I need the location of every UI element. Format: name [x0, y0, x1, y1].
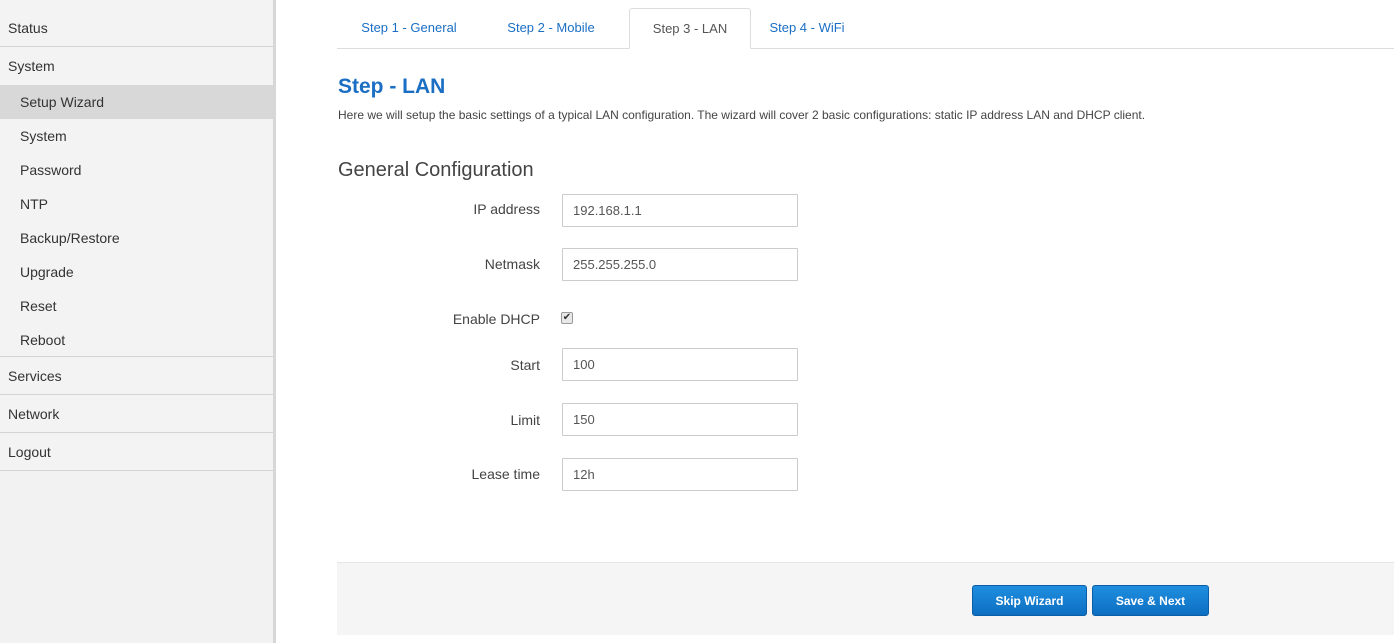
sidebar-item-password[interactable]: Password	[0, 153, 273, 187]
skip-wizard-button[interactable]: Skip Wizard	[972, 585, 1087, 616]
wizard-tabs: Step 1 - General Step 2 - Mobile Step 3 …	[337, 8, 1394, 49]
sidebar-item-backup-restore[interactable]: Backup/Restore	[0, 221, 273, 255]
sidebar-item-services[interactable]: Services	[0, 357, 273, 395]
limit-label: Limit	[510, 412, 540, 428]
sidebar-item-logout[interactable]: Logout	[0, 433, 273, 471]
page-description: Here we will setup the basic settings of…	[338, 108, 1146, 122]
lease-time-label: Lease time	[471, 466, 540, 482]
sidebar-item-reboot[interactable]: Reboot	[0, 323, 273, 357]
ip-address-label: IP address	[473, 201, 540, 217]
sidebar-item-setup-wizard[interactable]: Setup Wizard	[0, 85, 273, 119]
sidebar: Status System Setup Wizard System Passwo…	[0, 0, 276, 643]
enable-dhcp-checkbox[interactable]: ✔	[561, 312, 573, 324]
netmask-input[interactable]	[562, 248, 798, 281]
start-label: Start	[510, 357, 540, 373]
sidebar-item-upgrade[interactable]: Upgrade	[0, 255, 273, 289]
tab-step-2-mobile[interactable]: Step 2 - Mobile	[489, 8, 613, 48]
tab-step-4-wifi[interactable]: Step 4 - WiFi	[755, 8, 859, 48]
sidebar-item-system[interactable]: System	[0, 119, 273, 153]
sidebar-item-network[interactable]: Network	[0, 395, 273, 433]
enable-dhcp-label: Enable DHCP	[452, 311, 540, 327]
tab-step-3-lan[interactable]: Step 3 - LAN	[629, 8, 751, 49]
checkmark-icon: ✔	[562, 312, 572, 323]
action-bar: Skip Wizard Save & Next	[337, 562, 1394, 635]
save-next-button[interactable]: Save & Next	[1092, 585, 1209, 616]
start-input[interactable]	[562, 348, 798, 381]
section-title: General Configuration	[338, 159, 534, 181]
limit-input[interactable]	[562, 403, 798, 436]
sidebar-item-reset[interactable]: Reset	[0, 289, 273, 323]
page-title: Step - LAN	[338, 75, 446, 98]
tab-step-1-general[interactable]: Step 1 - General	[345, 8, 473, 48]
ip-address-input[interactable]	[562, 194, 798, 227]
sidebar-item-ntp[interactable]: NTP	[0, 187, 273, 221]
netmask-label: Netmask	[484, 256, 540, 272]
lease-time-input[interactable]	[562, 458, 798, 491]
sidebar-item-system-group[interactable]: System	[0, 47, 273, 85]
sidebar-item-status[interactable]: Status	[0, 0, 273, 47]
